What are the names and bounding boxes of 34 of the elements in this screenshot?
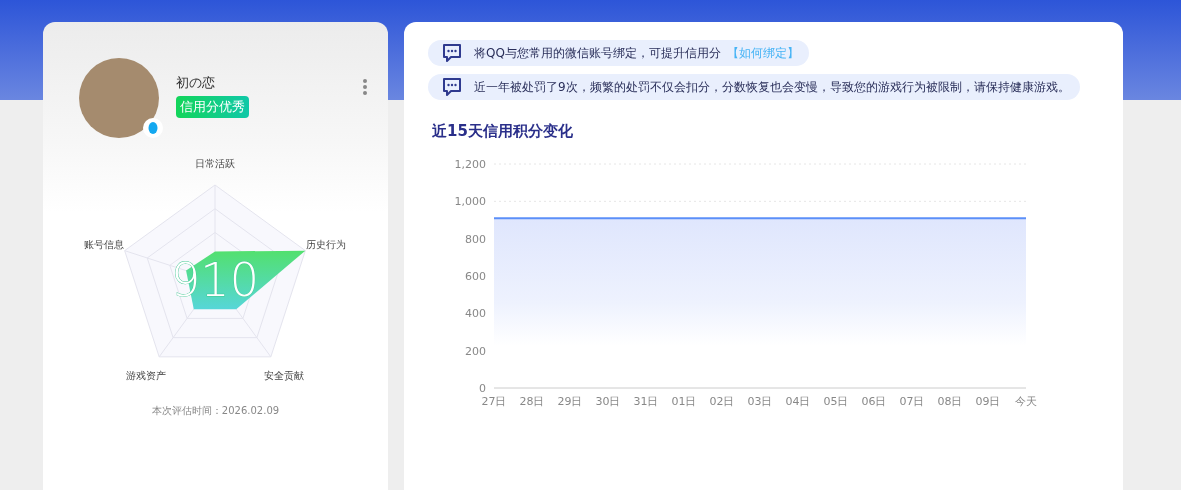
x-tick-label: 今天 xyxy=(1015,395,1037,408)
x-tick-label: 02日 xyxy=(709,395,735,408)
x-tick-label: 07日 xyxy=(899,395,925,408)
x-tick-label: 03日 xyxy=(747,395,773,408)
radar-label: 安全贡献 xyxy=(263,369,304,381)
x-tick-label: 08日 xyxy=(937,395,963,408)
evaluation-time: 本次评估时间：2026.02.09 xyxy=(150,404,281,418)
y-tick-label: 800 xyxy=(465,232,486,246)
radar-label: 历史行为 xyxy=(306,238,347,250)
radar-label: 日常活跃 xyxy=(195,158,235,169)
x-tick-label: 09日 xyxy=(975,395,1001,408)
x-tick-label: 29日 xyxy=(557,395,583,408)
credit-badge: 信用分优秀 xyxy=(176,96,249,118)
bind-link[interactable]: 【如何绑定】 xyxy=(726,44,799,62)
x-tick-label: 04日 xyxy=(785,395,811,408)
y-tick-label: 0 xyxy=(479,382,486,395)
y-tick-label: 1,000 xyxy=(454,195,486,209)
radar-label: 游戏资产 xyxy=(126,369,167,381)
y-tick-label: 200 xyxy=(465,344,486,358)
x-tick-label: 28日 xyxy=(519,395,545,408)
x-tick-label: 01日 xyxy=(671,395,697,408)
notice-text: 近一年被处罚了9次，频繁的处罚不仅会扣分，分数恢复也会变慢，导致您的游戏行为被限制，请保持健康游戏。 xyxy=(474,78,1070,96)
x-tick-label: 31日 xyxy=(633,395,659,408)
radar-label: 账号信息 xyxy=(83,238,124,250)
chart-title: 近15天信用积分变化 xyxy=(431,122,574,141)
y-tick-label: 600 xyxy=(465,270,486,283)
y-tick-label: 1,200 xyxy=(454,158,486,171)
x-tick-label: 27日 xyxy=(481,395,507,408)
user-name: 初の恋 xyxy=(176,74,216,92)
x-tick-label: 30日 xyxy=(595,395,621,408)
x-tick-label: 05日 xyxy=(823,395,849,408)
y-tick-label: 400 xyxy=(465,307,486,321)
x-tick-label: 06日 xyxy=(861,395,887,408)
notice-text: 将QQ与您常用的微信账号绑定，可提升信用分 xyxy=(474,44,721,62)
